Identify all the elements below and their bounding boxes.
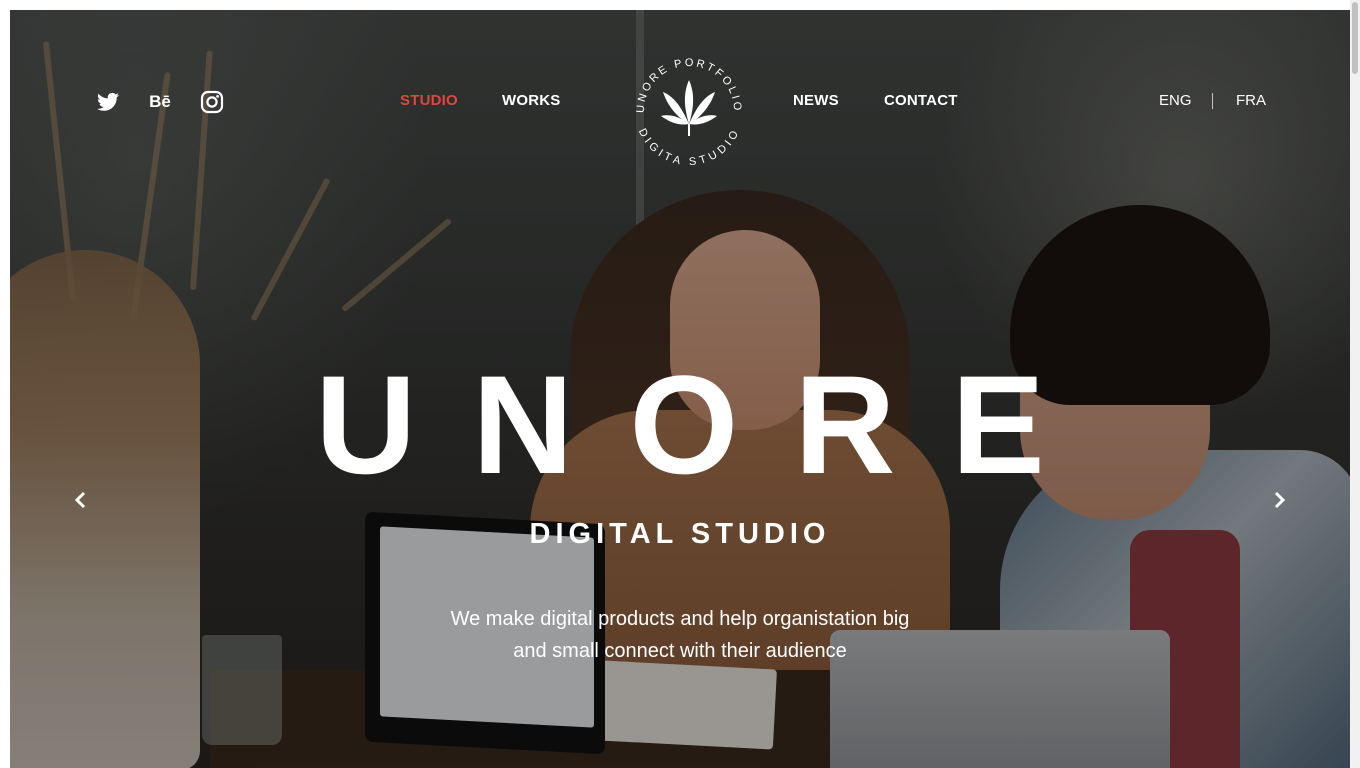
hero-description: We make digital products and help organi… <box>430 603 930 667</box>
hero-description-line: and small connect with their audience <box>513 640 847 662</box>
next-slide-chevron-right-icon[interactable] <box>1268 488 1292 512</box>
lang-eng[interactable]: ENG <box>1159 92 1192 109</box>
nav-studio[interactable]: STUDIO <box>400 92 458 109</box>
nav-news[interactable]: NEWS <box>793 92 839 109</box>
social-links: Bē <box>96 90 252 114</box>
twitter-icon[interactable] <box>96 90 120 114</box>
instagram-icon[interactable] <box>200 90 224 114</box>
nav-contact[interactable]: CONTACT <box>884 92 958 109</box>
hero-slider: Bē STUDIO WORKS NEWS CONTACT UNORE PORTF… <box>10 10 1350 768</box>
page-scrollbar[interactable] <box>1350 0 1360 768</box>
lang-divider <box>1212 93 1213 109</box>
prev-slide-chevron-left-icon[interactable] <box>68 488 92 512</box>
scrollbar-thumb[interactable] <box>1352 2 1358 74</box>
cannabis-leaf-icon <box>661 80 717 136</box>
lang-fra[interactable]: FRA <box>1236 92 1266 109</box>
hero-title: UNORE <box>315 346 1101 503</box>
nav-works[interactable]: WORKS <box>502 92 561 109</box>
behance-icon[interactable]: Bē <box>148 90 172 114</box>
hero-description-line: We make digital products and help organi… <box>450 608 910 630</box>
brand-logo[interactable]: UNORE PORTFOLIO DIGITA STUDIO <box>626 48 752 174</box>
hero-subtitle: DIGITAL STUDIO <box>529 518 831 550</box>
